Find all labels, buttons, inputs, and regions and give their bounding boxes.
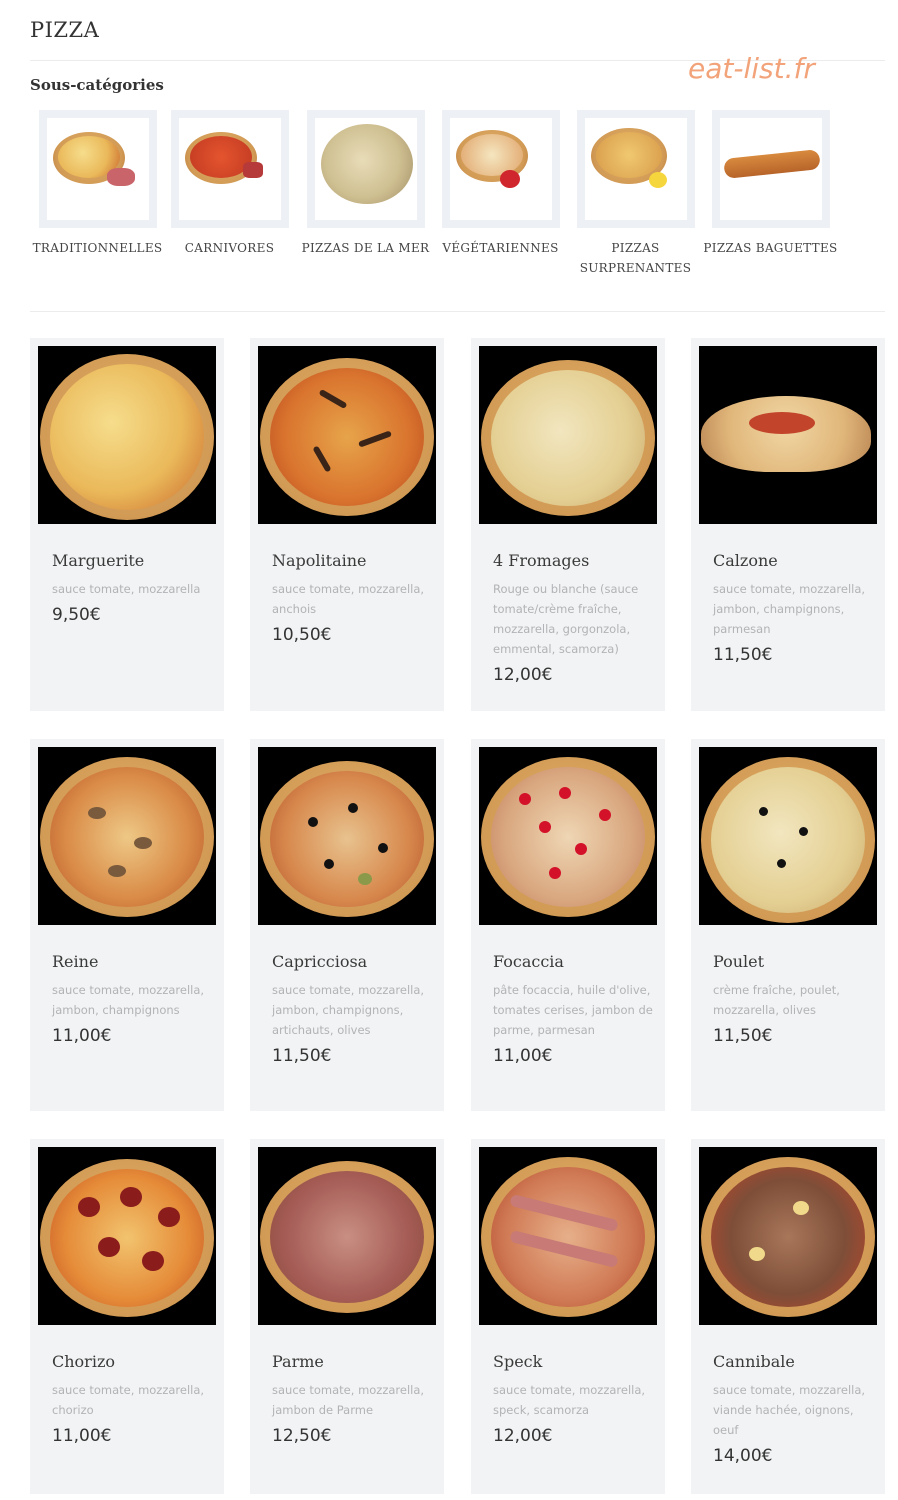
product-name: Calzone <box>713 551 778 570</box>
product-price: 12,00€ <box>493 1426 553 1446</box>
subcategory-label: PIZZAS BAGUETTES <box>703 241 838 255</box>
product-name: 4 Fromages <box>493 551 590 570</box>
product-price: 11,50€ <box>713 1026 773 1046</box>
product-image <box>479 747 657 925</box>
product-description: sauce tomate, mozzarella <box>52 582 201 596</box>
product-price: 11,50€ <box>713 645 773 665</box>
subcategory-label: PIZZAS SURPRENANTES <box>579 241 692 275</box>
subcategory-pizzas-surprenantes[interactable]: PIZZAS SURPRENANTES <box>568 110 703 278</box>
product-card-calzone[interactable]: Calzone sauce tomate, mozzarella, jambon… <box>691 338 885 711</box>
subcategory-label: PIZZAS DE LA MER <box>301 241 430 255</box>
product-description: pâte focaccia, huile d'olive, tomates ce… <box>493 983 653 1037</box>
product-description: sauce tomate, mozzarella, anchois <box>272 582 425 616</box>
product-price: 9,50€ <box>52 605 101 625</box>
product-card-speck[interactable]: Speck sauce tomate, mozzarella, speck, s… <box>471 1139 665 1494</box>
product-image <box>258 1147 436 1325</box>
subcategory-carnivores[interactable]: CARNIVORES <box>162 110 297 258</box>
product-price: 12,00€ <box>493 665 553 685</box>
product-description: crème fraîche, poulet, mozzarella, olive… <box>713 983 840 1017</box>
product-price: 11,00€ <box>493 1046 553 1066</box>
product-card-poulet[interactable]: Poulet crème fraîche, poulet, mozzarella… <box>691 739 885 1111</box>
subcategory-vegetariennes[interactable]: VÉGÉTARIENNES <box>433 110 568 258</box>
product-name: Napolitaine <box>272 551 367 570</box>
product-image <box>38 1147 216 1325</box>
subcategory-label: VÉGÉTARIENNES <box>442 241 559 255</box>
product-card-focaccia[interactable]: Focaccia pâte focaccia, huile d'olive, t… <box>471 739 665 1111</box>
product-card-napolitaine[interactable]: Napolitaine sauce tomate, mozzarella, an… <box>250 338 444 711</box>
product-card-cannibale[interactable]: Cannibale sauce tomate, mozzarella, vian… <box>691 1139 885 1494</box>
subcategory-label: TRADITIONNELLES <box>32 241 163 255</box>
product-description: sauce tomate, mozzarella, jambon de Parm… <box>272 1383 425 1417</box>
subcategory-list: TRADITIONNELLES CARNIVORES PIZZAS DE LA … <box>30 110 850 285</box>
product-name: Focaccia <box>493 952 564 971</box>
product-name: Cannibale <box>713 1352 795 1371</box>
product-card-marguerite[interactable]: Marguerite sauce tomate, mozzarella 9,50… <box>30 338 224 711</box>
product-image <box>479 346 657 524</box>
subcategory-image <box>38 110 157 228</box>
subcategories-heading: Sous-catégories <box>30 76 164 94</box>
product-price: 11,50€ <box>272 1046 332 1066</box>
product-card-parme[interactable]: Parme sauce tomate, mozzarella, jambon d… <box>250 1139 444 1494</box>
product-card-capricciosa[interactable]: Capricciosa sauce tomate, mozzarella, ja… <box>250 739 444 1111</box>
product-description: sauce tomate, mozzarella, jambon, champi… <box>272 983 425 1037</box>
product-name: Speck <box>493 1352 543 1371</box>
product-description: Rouge ou blanche (sauce tomate/crème fra… <box>493 582 639 656</box>
product-image <box>38 346 216 524</box>
product-image <box>38 747 216 925</box>
product-grid: Marguerite sauce tomate, mozzarella 9,50… <box>30 338 886 1498</box>
subcategory-image <box>306 110 425 228</box>
product-description: sauce tomate, mozzarella, jambon, champi… <box>713 582 866 636</box>
product-description: sauce tomate, mozzarella, speck, scamorz… <box>493 1383 646 1417</box>
product-image <box>258 747 436 925</box>
product-price: 14,00€ <box>713 1446 773 1466</box>
subcategory-label: CARNIVORES <box>184 241 275 255</box>
product-image <box>699 1147 877 1325</box>
product-image <box>699 346 877 524</box>
page-title: PIZZA <box>30 18 100 42</box>
subcategory-pizzas-baguettes[interactable]: PIZZAS BAGUETTES <box>703 110 838 258</box>
product-card-reine[interactable]: Reine sauce tomate, mozzarella, jambon, … <box>30 739 224 1111</box>
product-price: 10,50€ <box>272 625 332 645</box>
product-name: Capricciosa <box>272 952 368 971</box>
section-divider <box>30 311 885 312</box>
product-description: sauce tomate, mozzarella, jambon, champi… <box>52 983 205 1017</box>
product-name: Chorizo <box>52 1352 116 1371</box>
product-image <box>479 1147 657 1325</box>
product-name: Poulet <box>713 952 765 971</box>
subcategory-image <box>576 110 695 228</box>
product-card-chorizo[interactable]: Chorizo sauce tomate, mozzarella, choriz… <box>30 1139 224 1494</box>
subcategory-pizzas-de-la-mer[interactable]: PIZZAS DE LA MER <box>298 110 433 258</box>
product-name: Reine <box>52 952 99 971</box>
product-card-4-fromages[interactable]: 4 Fromages Rouge ou blanche (sauce tomat… <box>471 338 665 711</box>
product-name: Marguerite <box>52 551 145 570</box>
product-image <box>699 747 877 925</box>
watermark: eat-list.fr <box>688 52 815 85</box>
product-price: 12,50€ <box>272 1426 332 1446</box>
subcategory-image <box>170 110 289 228</box>
product-description: sauce tomate, mozzarella, viande hachée,… <box>713 1383 866 1437</box>
product-image <box>258 346 436 524</box>
subcategory-traditionnelles[interactable]: TRADITIONNELLES <box>30 110 165 258</box>
subcategory-image <box>711 110 830 228</box>
subcategory-image <box>441 110 560 228</box>
product-name: Parme <box>272 1352 324 1371</box>
product-price: 11,00€ <box>52 1026 112 1046</box>
product-description: sauce tomate, mozzarella, chorizo <box>52 1383 205 1417</box>
product-price: 11,00€ <box>52 1426 112 1446</box>
